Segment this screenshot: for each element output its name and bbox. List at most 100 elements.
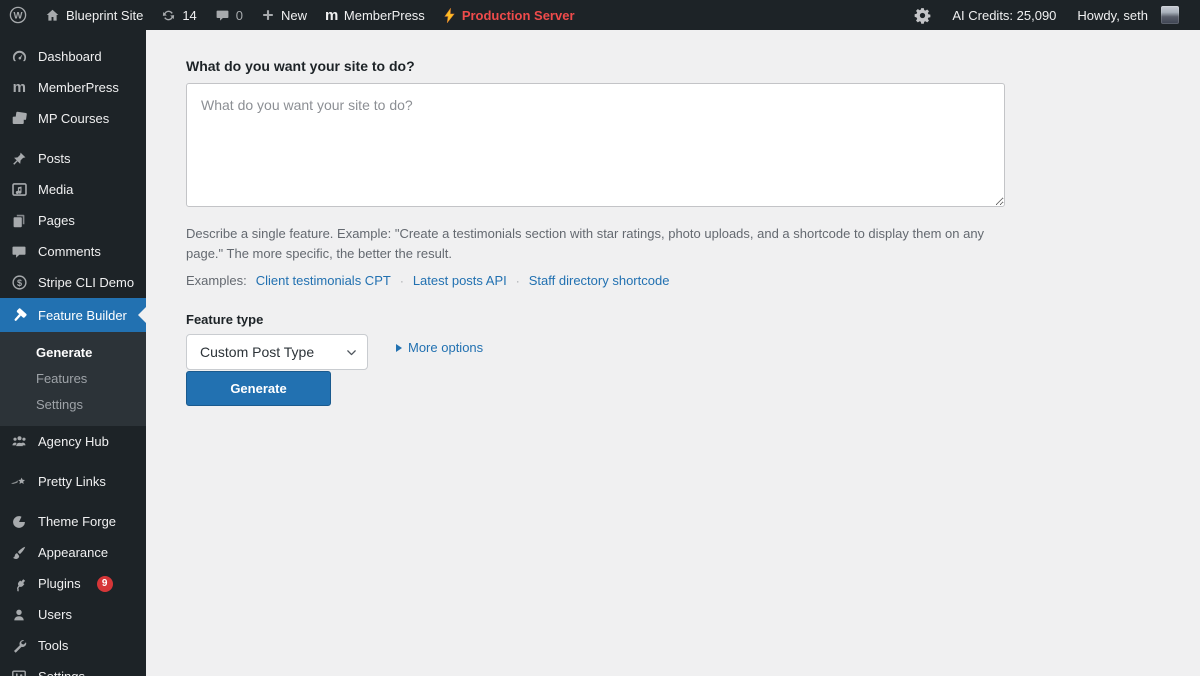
sidebar-item-tools[interactable]: Tools bbox=[0, 630, 146, 661]
sidebar-item-posts[interactable]: Posts bbox=[0, 143, 146, 174]
updates-menu[interactable]: 14 bbox=[152, 0, 205, 30]
sidebar-item-label: Users bbox=[38, 607, 72, 622]
triangle-right-icon bbox=[396, 343, 402, 352]
account-menu[interactable]: Howdy, seth bbox=[1068, 0, 1188, 30]
sidebar-item-pages[interactable]: Pages bbox=[0, 205, 146, 236]
sidebar-item-label: Agency Hub bbox=[38, 434, 109, 449]
svg-text:W: W bbox=[14, 11, 23, 22]
sidebar-item-users[interactable]: Users bbox=[0, 599, 146, 630]
sidebar-item-label: Posts bbox=[38, 151, 71, 166]
hammer-icon bbox=[9, 307, 29, 324]
submenu-item-features[interactable]: Features bbox=[0, 365, 146, 391]
plugins-count-badge: 9 bbox=[96, 575, 113, 592]
wordpress-logo-icon: W bbox=[9, 6, 27, 24]
examples-row: Examples: Client testimonials CPT · Late… bbox=[186, 273, 1160, 288]
home-icon bbox=[45, 8, 60, 23]
settings-icon bbox=[9, 669, 29, 676]
sidebar-item-label: Media bbox=[38, 182, 74, 197]
wrench-icon bbox=[9, 638, 29, 654]
sidebar-item-label: Theme Forge bbox=[38, 514, 117, 529]
sidebar-item-label: MemberPress bbox=[38, 80, 119, 95]
star-wing-icon bbox=[9, 474, 29, 490]
plus-icon bbox=[261, 8, 275, 22]
more-options-toggle[interactable]: More options bbox=[396, 340, 483, 355]
new-label: New bbox=[281, 7, 308, 23]
sidebar-item-label: Comments bbox=[38, 244, 101, 259]
memberpress-menu[interactable]: m MemberPress bbox=[316, 0, 434, 30]
pie-wedge-icon bbox=[9, 514, 29, 530]
submenu-item-generate[interactable]: Generate bbox=[0, 339, 146, 365]
user-icon bbox=[9, 607, 29, 623]
sidebar-item-label: MP Courses bbox=[38, 111, 110, 126]
feature-type-label: Feature type bbox=[186, 312, 264, 328]
update-icon bbox=[161, 8, 176, 23]
sidebar-item-agency-hub[interactable]: Agency Hub bbox=[0, 426, 146, 457]
dashboard-icon bbox=[9, 48, 29, 65]
memberpress-logo-icon: m bbox=[325, 6, 338, 24]
examples-label: Examples: bbox=[186, 273, 247, 289]
sidebar-item-theme-forge[interactable]: Theme Forge bbox=[0, 506, 146, 537]
example-link-latest-posts-api[interactable]: Latest posts API bbox=[413, 273, 507, 288]
sidebar-item-label: Feature Builder bbox=[38, 307, 127, 323]
site-name: Blueprint Site bbox=[66, 7, 144, 23]
dot-separator: · bbox=[399, 273, 404, 288]
admin-bar-right: AI Credits: 25,090 Howdy, seth bbox=[905, 0, 1200, 30]
gear-icon[interactable] bbox=[905, 0, 940, 30]
sidebar-item-comments[interactable]: Comments bbox=[0, 236, 146, 267]
memberpress-icon: m bbox=[12, 79, 26, 96]
site-menu[interactable]: Blueprint Site bbox=[36, 0, 152, 30]
svg-text:$: $ bbox=[16, 278, 21, 288]
sidebar-item-dashboard[interactable]: Dashboard bbox=[0, 41, 146, 72]
sidebar-item-stripe-cli-demo[interactable]: $ Stripe CLI Demo bbox=[0, 267, 146, 298]
new-content-menu[interactable]: New bbox=[252, 0, 316, 30]
comments-menu[interactable]: 0 bbox=[206, 0, 252, 30]
sidebar-item-media[interactable]: Media bbox=[0, 174, 146, 205]
sidebar-item-label: Appearance bbox=[38, 545, 109, 560]
media-icon bbox=[9, 181, 29, 198]
sidebar-item-label: Settings bbox=[38, 669, 85, 676]
sidebar-item-settings[interactable]: Settings bbox=[0, 661, 146, 676]
pushpin-icon bbox=[9, 151, 29, 167]
sidebar-item-mp-courses[interactable]: MP Courses bbox=[0, 103, 146, 134]
more-options-label: More options bbox=[408, 340, 484, 356]
sidebar-item-label: Dashboard bbox=[38, 49, 102, 64]
controls-row: Custom Post Type More options bbox=[186, 334, 1160, 371]
feature-builder-generate-page: What do you want your site to do? Descri… bbox=[146, 30, 1200, 407]
production-server-indicator[interactable]: Production Server bbox=[434, 0, 584, 30]
example-link-staff-directory[interactable]: Staff directory shortcode bbox=[529, 273, 670, 288]
menu-separator bbox=[0, 497, 146, 506]
admin-bar: W Blueprint Site 14 0 New m MemberPress … bbox=[0, 0, 1200, 30]
sidebar-item-memberpress[interactable]: m MemberPress bbox=[0, 72, 146, 103]
memberpress-label: MemberPress bbox=[343, 7, 425, 23]
plug-icon bbox=[9, 576, 29, 592]
submenu-item-settings[interactable]: Settings bbox=[0, 391, 146, 417]
updates-count: 14 bbox=[182, 7, 197, 23]
prompt-textarea[interactable] bbox=[186, 83, 1005, 207]
dollar-circle-icon: $ bbox=[9, 274, 29, 291]
sidebar-item-feature-builder[interactable]: Feature Builder bbox=[0, 298, 146, 332]
sidebar-item-label: Plugins bbox=[38, 576, 81, 591]
comment-icon bbox=[215, 8, 230, 23]
courses-icon bbox=[9, 110, 29, 127]
admin-bar-left: W Blueprint Site 14 0 New m MemberPress … bbox=[0, 0, 584, 30]
howdy-label: Howdy, seth bbox=[1077, 7, 1148, 23]
sidebar: Dashboard m MemberPress MP Courses Posts… bbox=[0, 30, 146, 676]
lightning-icon bbox=[443, 7, 456, 23]
sidebar-item-pretty-links[interactable]: Pretty Links bbox=[0, 466, 146, 497]
sidebar-item-label: Pretty Links bbox=[38, 474, 106, 489]
feature-type-select[interactable]: Custom Post Type bbox=[186, 334, 368, 371]
menu-separator bbox=[0, 134, 146, 143]
generate-button[interactable]: Generate bbox=[186, 371, 331, 407]
sidebar-item-plugins[interactable]: Plugins 9 bbox=[0, 568, 146, 599]
prompt-label: What do you want your site to do? bbox=[186, 58, 415, 74]
groups-icon bbox=[9, 433, 29, 450]
example-link-client-testimonials[interactable]: Client testimonials CPT bbox=[256, 273, 391, 288]
feature-builder-submenu: Generate Features Settings bbox=[0, 332, 146, 426]
brush-icon bbox=[9, 545, 29, 561]
dot-separator: · bbox=[515, 273, 520, 288]
comments-count: 0 bbox=[235, 7, 244, 23]
wordpress-logo-menu[interactable]: W bbox=[0, 0, 36, 30]
sidebar-item-label: Stripe CLI Demo bbox=[38, 275, 135, 290]
sidebar-item-appearance[interactable]: Appearance bbox=[0, 537, 146, 568]
comment-icon bbox=[9, 244, 29, 260]
